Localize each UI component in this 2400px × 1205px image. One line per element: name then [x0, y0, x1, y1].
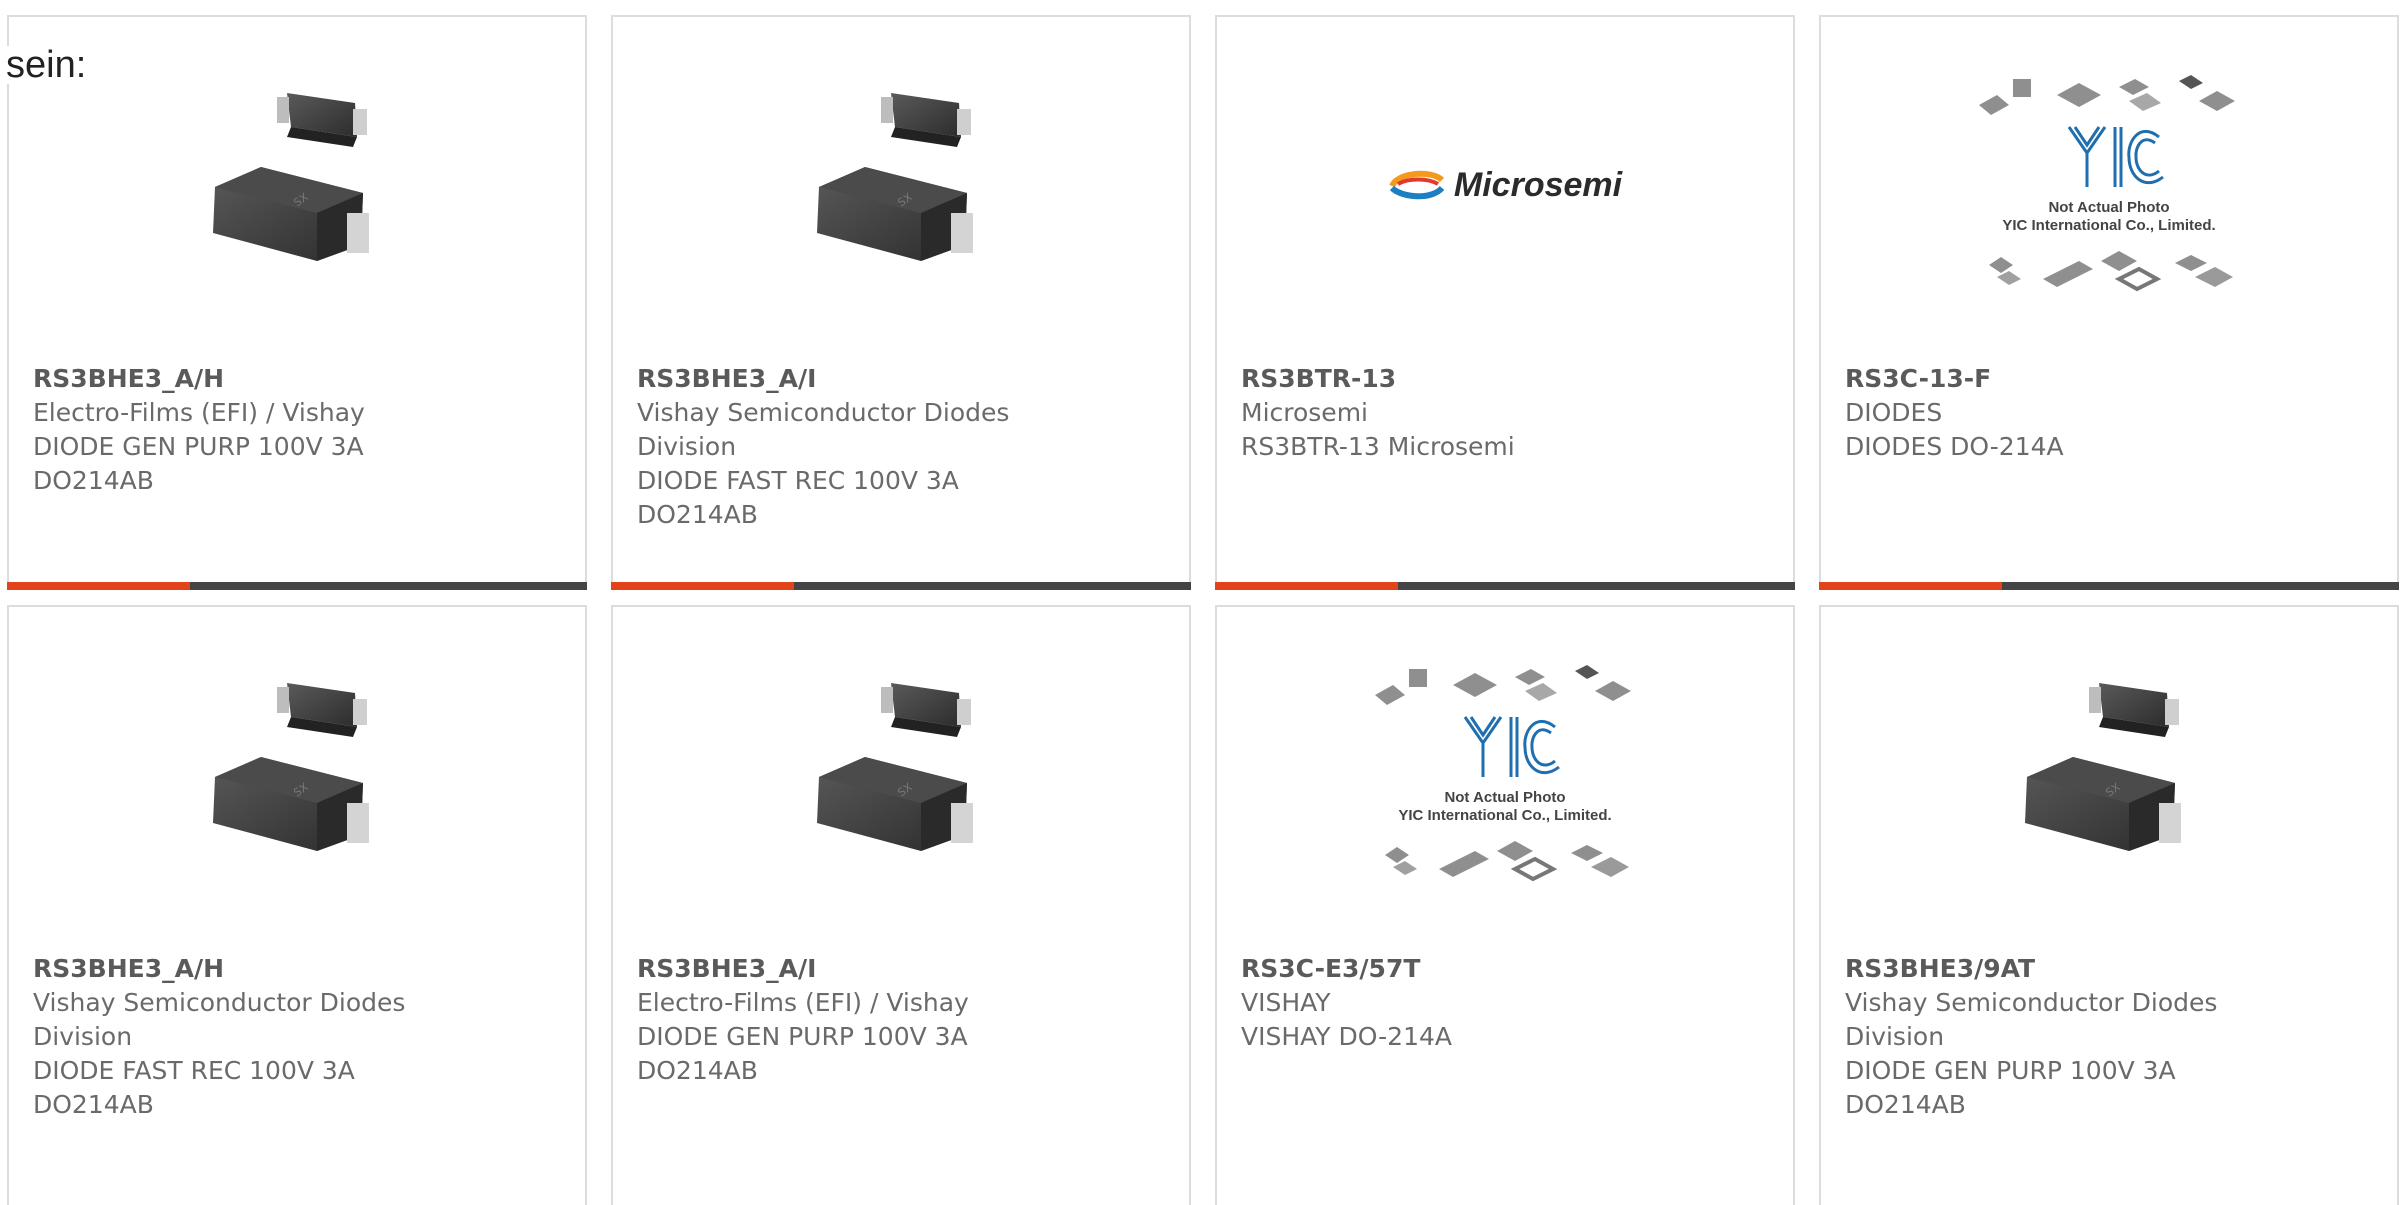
product-part-number-link[interactable]: RS3BTR-13 — [1241, 362, 1769, 396]
yic-placeholder-image: Not Actual Photo YIC International Co., … — [1365, 655, 1645, 895]
product-card[interactable]: SX RS3BHE3_A/H Electro-Films (EFI) / Vis… — [7, 15, 587, 590]
product-image[interactable]: SX — [613, 57, 1189, 313]
product-info: RS3BTR-13 Microsemi RS3BTR-13 Microsemi — [1241, 362, 1769, 464]
card-bottom-bar — [7, 582, 587, 590]
product-detail-line: Division — [1845, 1022, 1945, 1051]
chip-outlines-icon — [1979, 75, 2235, 292]
diode-package-image: SX — [817, 683, 973, 851]
product-image[interactable]: SX — [613, 647, 1189, 903]
product-detail-line: Vishay Semiconductor Diodes — [637, 398, 1010, 427]
product-image[interactable]: Not Actual Photo YIC International Co., … — [1821, 57, 2397, 313]
product-card[interactable]: SX RS3BHE3_A/I Electro-Films (EFI) / Vis… — [611, 605, 1191, 1205]
product-info: RS3BHE3_A/I Vishay Semiconductor Diodes D… — [637, 362, 1165, 532]
product-info: RS3BHE3_A/H Vishay Semiconductor Diodes D… — [33, 952, 561, 1122]
intro-label: sein: — [6, 46, 91, 84]
product-detail-line: DIODE GEN PURP 100V 3A — [1845, 1056, 2176, 1085]
product-detail-line: Electro-Films (EFI) / Vishay — [637, 988, 969, 1017]
product-card[interactable]: SX RS3BHE3_A/I Vishay Semiconductor Diod… — [611, 15, 1191, 590]
product-detail-line: VISHAY — [1241, 988, 1331, 1017]
microsemi-logo-text: Microsemi — [1453, 165, 1623, 204]
product-part-number-link[interactable]: RS3BHE3/9AT — [1845, 952, 2373, 986]
card-bottom-bar — [1819, 582, 2399, 590]
card-accent-bar — [611, 582, 794, 590]
chip-outlines-icon — [1375, 665, 1631, 882]
product-part-number-link[interactable]: RS3BHE3_A/H — [33, 362, 561, 396]
card-accent-bar — [7, 582, 190, 590]
product-image[interactable]: SX — [9, 57, 585, 313]
product-detail-line: Electro-Films (EFI) / Vishay — [33, 398, 365, 427]
microsemi-swirl-icon — [1389, 170, 1445, 200]
product-detail-line: DO214AB — [1845, 1090, 1966, 1119]
diode-package-image: SX — [2025, 683, 2181, 851]
product-detail-line: DIODES — [1845, 398, 1943, 427]
product-detail-line: Division — [637, 432, 737, 461]
yic-placeholder-image: Not Actual Photo YIC International Co., … — [1969, 65, 2249, 305]
product-card[interactable]: Microsemi RS3BTR-13 Microsemi RS3BTR-13 M… — [1215, 15, 1795, 590]
product-card[interactable]: SX RS3BHE3_A/H Vishay Semiconductor Diod… — [7, 605, 587, 1205]
placeholder-line-2: YIC International Co., Limited. — [1398, 807, 1612, 824]
product-image[interactable]: Microsemi — [1217, 57, 1793, 313]
product-part-number-link[interactable]: RS3BHE3_A/I — [637, 952, 1165, 986]
product-detail-line: DIODES DO-214A — [1845, 432, 2064, 461]
product-image[interactable]: SX — [1821, 647, 2397, 903]
diode-package-image: SX — [213, 93, 369, 261]
product-part-number-link[interactable]: RS3C-E3/57T — [1241, 952, 1769, 986]
product-detail-line: DO214AB — [637, 500, 758, 529]
card-bottom-bar — [1215, 582, 1795, 590]
product-detail-line: DO214AB — [33, 466, 154, 495]
product-detail-line: Vishay Semiconductor Diodes — [1845, 988, 2218, 1017]
product-part-number-link[interactable]: RS3C-13-F — [1845, 362, 2373, 396]
product-card[interactable]: SX RS3BHE3/9AT Vishay Semiconductor Diod… — [1819, 605, 2399, 1205]
product-detail-line: DO214AB — [33, 1090, 154, 1119]
product-info: RS3BHE3_A/H Electro-Films (EFI) / Vishay… — [33, 362, 561, 498]
card-accent-bar — [1819, 582, 2002, 590]
product-part-number-link[interactable]: RS3BHE3_A/H — [33, 952, 561, 986]
placeholder-line-1: Not Actual Photo — [2048, 199, 2170, 216]
product-info: RS3BHE3_A/I Electro-Films (EFI) / Vishay… — [637, 952, 1165, 1088]
microsemi-logo: Microsemi — [1388, 166, 1622, 205]
product-info: RS3BHE3/9AT Vishay Semiconductor Diodes D… — [1845, 952, 2373, 1122]
card-accent-bar — [1215, 582, 1398, 590]
product-detail-line: Microsemi — [1241, 398, 1368, 427]
placeholder-line-2: YIC International Co., Limited. — [2002, 217, 2216, 234]
product-image[interactable]: Not Actual Photo YIC International Co., … — [1217, 647, 1793, 903]
product-card[interactable]: Not Actual Photo YIC International Co., … — [1215, 605, 1795, 1205]
diode-package-image: SX — [213, 683, 369, 851]
product-detail-line: DIODE GEN PURP 100V 3A — [637, 1022, 968, 1051]
product-detail-line: DIODE FAST REC 100V 3A — [637, 466, 959, 495]
product-detail-line: DO214AB — [637, 1056, 758, 1085]
product-image[interactable]: SX — [9, 647, 585, 903]
product-info: RS3C-13-F DIODES DIODES DO-214A — [1845, 362, 2373, 464]
product-info: RS3C-E3/57T VISHAY VISHAY DO-214A — [1241, 952, 1769, 1054]
product-card[interactable]: Not Actual Photo YIC International Co., … — [1819, 15, 2399, 590]
product-detail-line: VISHAY DO-214A — [1241, 1022, 1452, 1051]
product-part-number-link[interactable]: RS3BHE3_A/I — [637, 362, 1165, 396]
product-detail-line: DIODE GEN PURP 100V 3A — [33, 432, 364, 461]
product-detail-line: Division — [33, 1022, 133, 1051]
card-bottom-bar — [611, 582, 1191, 590]
diode-package-image: SX — [817, 93, 973, 261]
product-detail-line: DIODE FAST REC 100V 3A — [33, 1056, 355, 1085]
product-grid: SX RS3BHE3_A/H Electro-Films (EFI) / Vis… — [0, 0, 2400, 1205]
product-detail-line: RS3BTR-13 Microsemi — [1241, 432, 1515, 461]
placeholder-line-1: Not Actual Photo — [1444, 789, 1566, 806]
product-detail-line: Vishay Semiconductor Diodes — [33, 988, 406, 1017]
